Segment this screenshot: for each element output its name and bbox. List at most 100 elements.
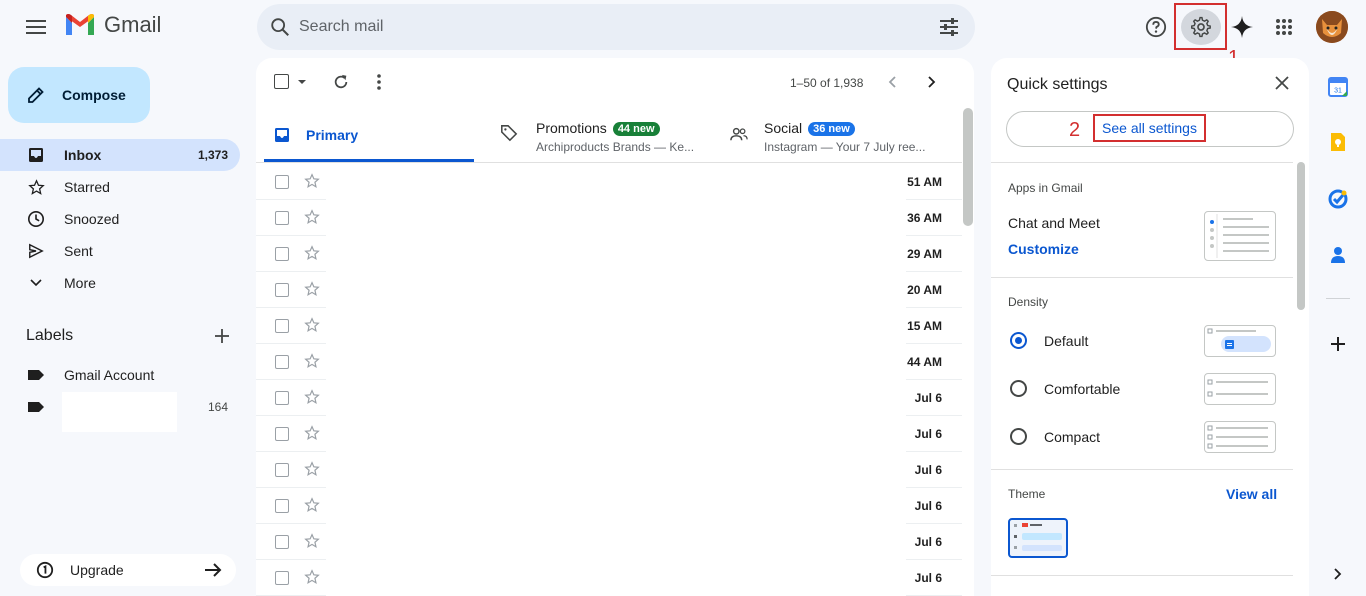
close-quick-settings-button[interactable]: [1275, 76, 1289, 90]
row-checkbox[interactable]: [275, 391, 289, 405]
density-default-radio[interactable]: [1010, 332, 1027, 349]
star-icon[interactable]: [304, 209, 320, 225]
row-checkbox[interactable]: [275, 427, 289, 441]
customize-link[interactable]: Customize: [1008, 241, 1079, 257]
search-options-icon[interactable]: [939, 17, 959, 37]
settings-button[interactable]: [1181, 9, 1221, 45]
main-menu-button[interactable]: [20, 14, 52, 40]
row-checkbox[interactable]: [275, 571, 289, 585]
density-comfortable-preview[interactable]: [1204, 373, 1276, 405]
table-row[interactable]: 44 AM: [256, 344, 962, 380]
row-checkbox[interactable]: [275, 499, 289, 513]
account-avatar[interactable]: [1316, 11, 1348, 43]
density-default-preview[interactable]: [1204, 325, 1276, 357]
create-label-button[interactable]: [212, 326, 232, 346]
quick-settings-panel: Quick settings 2 See all settings Apps i…: [991, 58, 1309, 596]
table-row[interactable]: 36 AM: [256, 200, 962, 236]
star-icon[interactable]: [304, 173, 320, 189]
compose-label: Compose: [62, 87, 126, 103]
search-bar[interactable]: [257, 4, 975, 50]
star-icon[interactable]: [304, 389, 320, 405]
density-option-label: Comfortable: [1044, 381, 1121, 397]
density-compact-preview[interactable]: [1204, 421, 1276, 453]
sidebar-item-inbox[interactable]: Inbox 1,373: [0, 139, 240, 171]
table-row[interactable]: Jul 6: [256, 452, 962, 488]
theme-heading: Theme: [1008, 487, 1046, 501]
tag-icon: [501, 125, 518, 142]
tab-social[interactable]: Social 36 new Instagram — Your 7 July ree…: [730, 108, 950, 162]
row-checkbox[interactable]: [275, 247, 289, 261]
plus-icon: [1331, 337, 1345, 351]
star-icon[interactable]: [304, 353, 320, 369]
mail-scrollbar[interactable]: [963, 108, 973, 226]
tasks-app-button[interactable]: [1326, 187, 1350, 211]
row-checkbox[interactable]: [275, 175, 289, 189]
refresh-button[interactable]: [333, 74, 349, 90]
star-icon[interactable]: [304, 425, 320, 441]
redacted-area: [326, 380, 906, 416]
table-row[interactable]: 15 AM: [256, 308, 962, 344]
keep-app-button[interactable]: [1326, 130, 1350, 154]
tab-promotions[interactable]: Promotions 44 new Archiproducts Brands — …: [500, 108, 710, 162]
social-badge: 36 new: [808, 122, 855, 137]
get-addons-button[interactable]: [1326, 332, 1350, 356]
star-icon[interactable]: [304, 569, 320, 585]
table-row[interactable]: 51 AM: [256, 164, 962, 200]
show-side-panel-button[interactable]: [1326, 562, 1350, 586]
google-apps-button[interactable]: [1267, 10, 1301, 44]
help-button[interactable]: [1139, 10, 1173, 44]
star-icon[interactable]: [304, 281, 320, 297]
row-date: 44 AM: [907, 355, 942, 369]
table-row[interactable]: 29 AM: [256, 236, 962, 272]
row-date: 29 AM: [907, 247, 942, 261]
contacts-app-button[interactable]: [1326, 243, 1350, 267]
send-icon: [29, 243, 44, 259]
newer-button[interactable]: [888, 76, 896, 88]
row-checkbox[interactable]: [275, 355, 289, 369]
upgrade-button[interactable]: Upgrade: [20, 554, 236, 586]
sidebar-item-more[interactable]: More: [0, 267, 240, 299]
row-checkbox[interactable]: [275, 283, 289, 297]
search-input[interactable]: [299, 4, 899, 50]
label-gmail-account[interactable]: Gmail Account: [0, 359, 240, 391]
star-icon[interactable]: [304, 317, 320, 333]
quick-settings-scrollbar[interactable]: [1297, 162, 1305, 310]
calendar-app-button[interactable]: 31: [1326, 75, 1350, 99]
row-checkbox[interactable]: [275, 319, 289, 333]
theme-default-preview[interactable]: [1008, 518, 1068, 558]
tab-primary[interactable]: Primary: [264, 108, 474, 162]
redacted-area: [326, 560, 906, 596]
row-checkbox[interactable]: [275, 463, 289, 477]
gmail-logo[interactable]: Gmail: [64, 12, 161, 38]
star-icon[interactable]: [304, 497, 320, 513]
search-icon[interactable]: [269, 16, 291, 38]
table-row[interactable]: 20 AM: [256, 272, 962, 308]
row-checkbox[interactable]: [275, 211, 289, 225]
redacted-area: [326, 344, 906, 380]
view-all-themes-link[interactable]: View all: [1226, 486, 1277, 502]
gemini-button[interactable]: [1225, 10, 1259, 44]
redacted-area: [326, 416, 906, 452]
sidebar-item-snoozed[interactable]: Snoozed: [0, 203, 240, 235]
tab-preview: Instagram — Your 7 July ree...: [764, 140, 926, 155]
sidebar-item-starred[interactable]: Starred: [0, 171, 240, 203]
density-compact-radio[interactable]: [1010, 428, 1027, 445]
density-comfortable-radio[interactable]: [1010, 380, 1027, 397]
star-icon[interactable]: [304, 461, 320, 477]
see-all-settings-button[interactable]: See all settings: [1093, 114, 1206, 142]
star-icon[interactable]: [304, 533, 320, 549]
sidebar-item-sent[interactable]: Sent: [0, 235, 240, 267]
select-all-checkbox[interactable]: [274, 74, 307, 89]
plus-icon: [215, 329, 229, 343]
redacted-area: [326, 236, 906, 272]
star-icon[interactable]: [304, 245, 320, 261]
table-row[interactable]: Jul 6: [256, 524, 962, 560]
older-button[interactable]: [928, 76, 936, 88]
row-checkbox[interactable]: [275, 535, 289, 549]
compose-button[interactable]: Compose: [8, 67, 150, 123]
table-row[interactable]: Jul 6: [256, 416, 962, 452]
more-options-button[interactable]: [377, 74, 381, 90]
table-row[interactable]: Jul 6: [256, 488, 962, 524]
table-row[interactable]: Jul 6: [256, 560, 962, 596]
table-row[interactable]: Jul 6: [256, 380, 962, 416]
